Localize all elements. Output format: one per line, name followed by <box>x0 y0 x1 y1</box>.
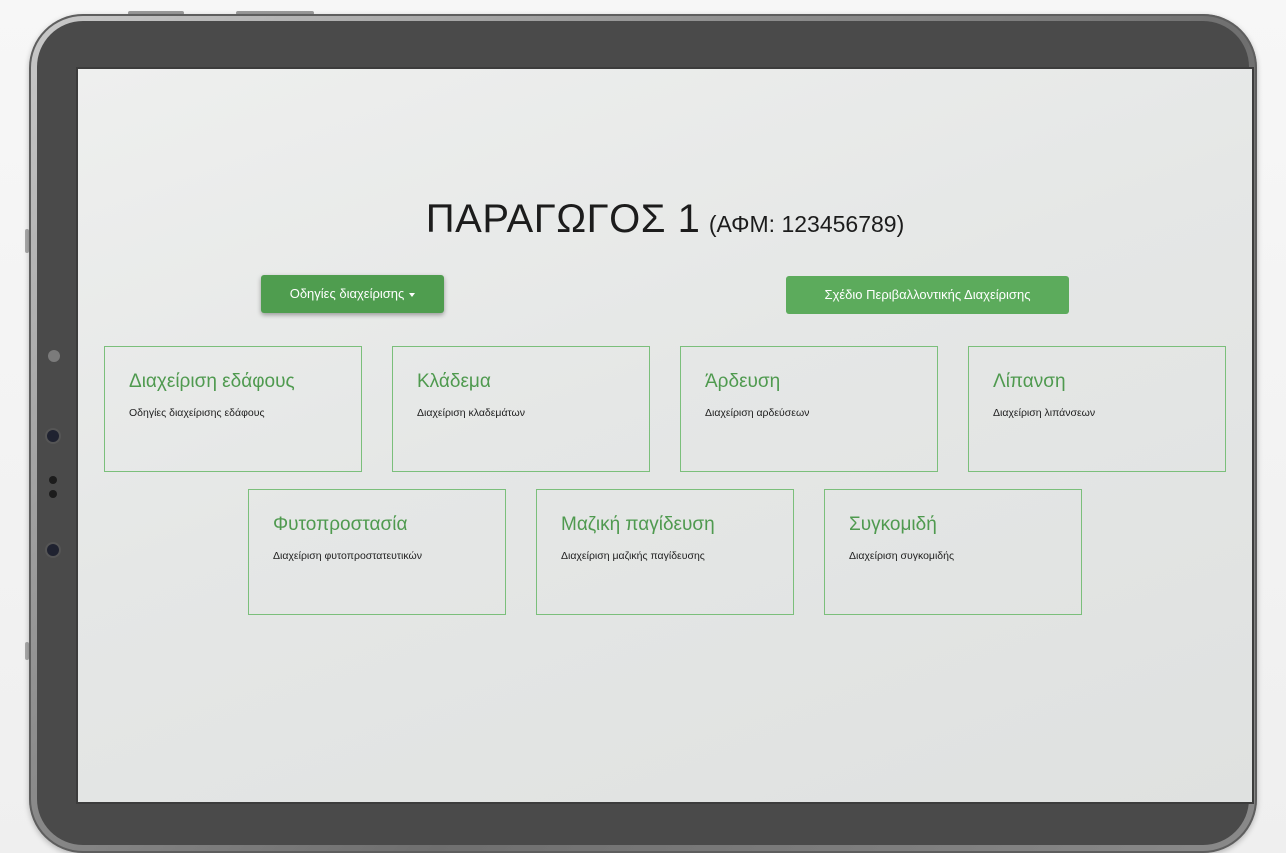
card-title: Άρδευση <box>705 371 781 392</box>
card-title: Φυτοπροστασία <box>273 514 408 535</box>
card-description: Διαχείριση κλαδεμάτων <box>417 407 525 419</box>
page-title: ΠΑΡΑΓΩΓΟΣ 1 (ΑΦΜ: 123456789) <box>78 197 1252 242</box>
card-mass-trapping[interactable]: Μαζική παγίδευση Διαχείριση μαζικής παγί… <box>536 489 794 615</box>
card-fertilization[interactable]: Λίπανση Διαχείριση λιπάνσεων <box>968 346 1226 472</box>
app-screen: ΠΑΡΑΓΩΓΟΣ 1 (ΑΦΜ: 123456789) Οδηγίες δια… <box>76 67 1254 804</box>
card-description: Οδηγίες διαχείρισης εδάφους <box>129 407 265 419</box>
card-description: Διαχείριση λιπάνσεων <box>993 407 1096 419</box>
tax-id: (ΑΦΜ: 123456789) <box>708 211 905 237</box>
sensor-dot-icon <box>49 490 57 498</box>
light-sensor-icon <box>48 350 60 362</box>
card-title: Διαχείριση εδάφους <box>129 371 295 392</box>
card-title: Συγκομιδή <box>849 514 937 535</box>
card-description: Διαχείριση μαζικής παγίδευσης <box>561 550 705 562</box>
environmental-plan-label: Σχέδιο Περιβαλλοντικής Διαχείρισης <box>824 287 1031 302</box>
card-description: Διαχείριση αρδεύσεων <box>705 407 810 419</box>
card-irrigation[interactable]: Άρδευση Διαχείριση αρδεύσεων <box>680 346 938 472</box>
instructions-dropdown-button[interactable]: Οδηγίες διαχείρισης <box>261 275 444 313</box>
card-pruning[interactable]: Κλάδεμα Διαχείριση κλαδεμάτων <box>392 346 650 472</box>
card-soil-management[interactable]: Διαχείριση εδάφους Οδηγίες διαχείρισης ε… <box>104 346 362 472</box>
card-harvest[interactable]: Συγκομιδή Διαχείριση συγκομιδής <box>824 489 1082 615</box>
card-description: Διαχείριση συγκομιδής <box>849 550 955 562</box>
device-mockup: ΠΑΡΑΓΩΓΟΣ 1 (ΑΦΜ: 123456789) Οδηγίες δια… <box>0 0 1286 853</box>
producer-name: ΠΑΡΑΓΩΓΟΣ 1 <box>425 197 701 241</box>
card-title: Λίπανση <box>993 371 1066 392</box>
card-description: Διαχείριση φυτοπροστατευτικών <box>273 550 422 562</box>
camera-icon <box>47 544 59 556</box>
instructions-dropdown-label: Οδηγίες διαχείρισης <box>289 286 405 301</box>
card-plant-protection[interactable]: Φυτοπροστασία Διαχείριση φυτοπροστατευτι… <box>248 489 506 615</box>
card-title: Κλάδεμα <box>417 371 491 392</box>
camera-icon <box>47 430 59 442</box>
card-title: Μαζική παγίδευση <box>561 514 715 535</box>
environmental-plan-button[interactable]: Σχέδιο Περιβαλλοντικής Διαχείρισης <box>786 276 1069 314</box>
sensor-dot-icon <box>49 476 57 484</box>
caret-down-icon <box>409 292 416 297</box>
